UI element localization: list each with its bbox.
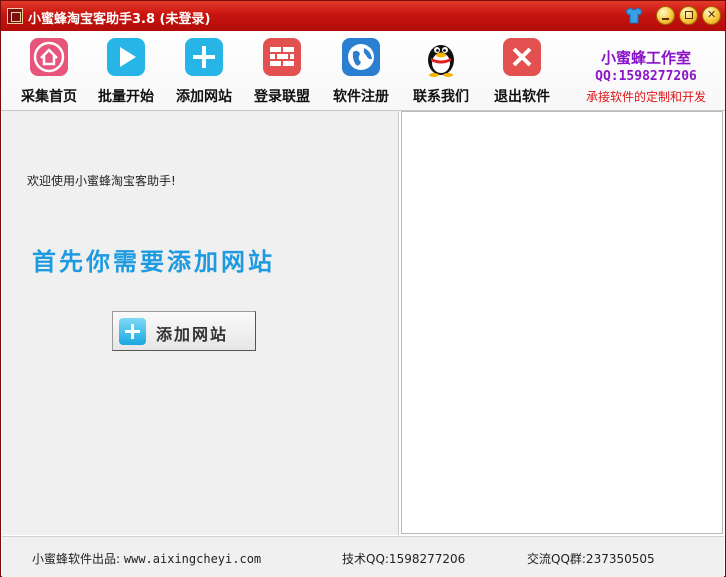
plus-icon (119, 318, 146, 345)
toolbar-register-label: 软件注册 (333, 89, 389, 105)
skin-shirt-icon[interactable] (625, 7, 643, 24)
add-site-button-label: 添加网站 (156, 325, 229, 344)
toolbar-contact-label: 联系我们 (413, 89, 469, 105)
toolbar-exit-button[interactable]: 退出软件 (485, 37, 559, 107)
minimize-button[interactable] (656, 6, 675, 25)
window-title: 小蜜蜂淘宝客助手3.8 (未登录) (28, 12, 211, 27)
close-window-button[interactable] (702, 6, 721, 25)
toolbar-add-site-label: 添加网站 (176, 89, 232, 105)
status-bar: 小蜜蜂软件出品: www.aixingcheyi.com 技术QQ:159827… (2, 536, 724, 577)
title-bar[interactable]: 小蜜蜂淘宝客助手3.8 (未登录) (1, 1, 725, 31)
studio-name: 小蜜蜂工作室 (600, 49, 691, 67)
main-toolbar: 采集首页 批量开始 添加网站 登录联盟 软件注册 联系我们 退出软件 小蜜蜂工作… (1, 31, 725, 111)
welcome-text: 欢迎使用小蜜蜂淘宝客助手! (27, 174, 176, 188)
toolbar-batch-start-label: 批量开始 (98, 89, 154, 105)
left-panel: 欢迎使用小蜜蜂淘宝客助手! 首先你需要添加网站 添加网站 (2, 111, 399, 535)
add-site-button[interactable]: 添加网站 (112, 311, 256, 351)
toolbar-batch-start-button[interactable]: 批量开始 (89, 37, 163, 107)
website-link[interactable]: www.aixingcheyi.com (124, 552, 261, 566)
add-icon (185, 38, 223, 76)
producer-info: 小蜜蜂软件出品: www.aixingcheyi.com (32, 550, 261, 567)
globe-icon (342, 38, 380, 76)
studio-slogan: 承接软件的定制和开发 (585, 90, 706, 104)
toolbar-exit-label: 退出软件 (494, 89, 550, 105)
qq-group: 交流QQ群:237350505 (527, 552, 655, 566)
toolbar-add-site-button[interactable]: 添加网站 (167, 37, 241, 107)
toolbar-home-button[interactable]: 采集首页 (12, 37, 86, 107)
brick-wall-icon (263, 38, 301, 76)
browser-panel[interactable] (401, 111, 723, 534)
studio-info: 小蜜蜂工作室 QQ:1598277206 承接软件的定制和开发 (576, 47, 716, 105)
close-icon (503, 38, 541, 76)
toolbar-register-button[interactable]: 软件注册 (324, 37, 398, 107)
toolbar-login-alliance-label: 登录联盟 (254, 89, 310, 105)
maximize-button[interactable] (679, 6, 698, 25)
app-window: 小蜜蜂淘宝客助手3.8 (未登录) 采集首页 批量开始 (0, 0, 726, 577)
app-logo-icon (7, 8, 23, 24)
studio-qq: QQ:1598277206 (595, 69, 697, 84)
toolbar-login-alliance-button[interactable]: 登录联盟 (245, 37, 319, 107)
qq-penguin-icon (428, 45, 454, 77)
toolbar-home-label: 采集首页 (21, 89, 77, 105)
toolbar-contact-button[interactable]: 联系我们 (404, 37, 478, 107)
home-icon (30, 38, 68, 76)
add-site-hint: 首先你需要添加网站 (32, 247, 275, 276)
producer-label: 小蜜蜂软件出品: (32, 552, 121, 566)
tech-qq: 技术QQ:1598277206 (342, 552, 466, 566)
play-icon (107, 38, 145, 76)
